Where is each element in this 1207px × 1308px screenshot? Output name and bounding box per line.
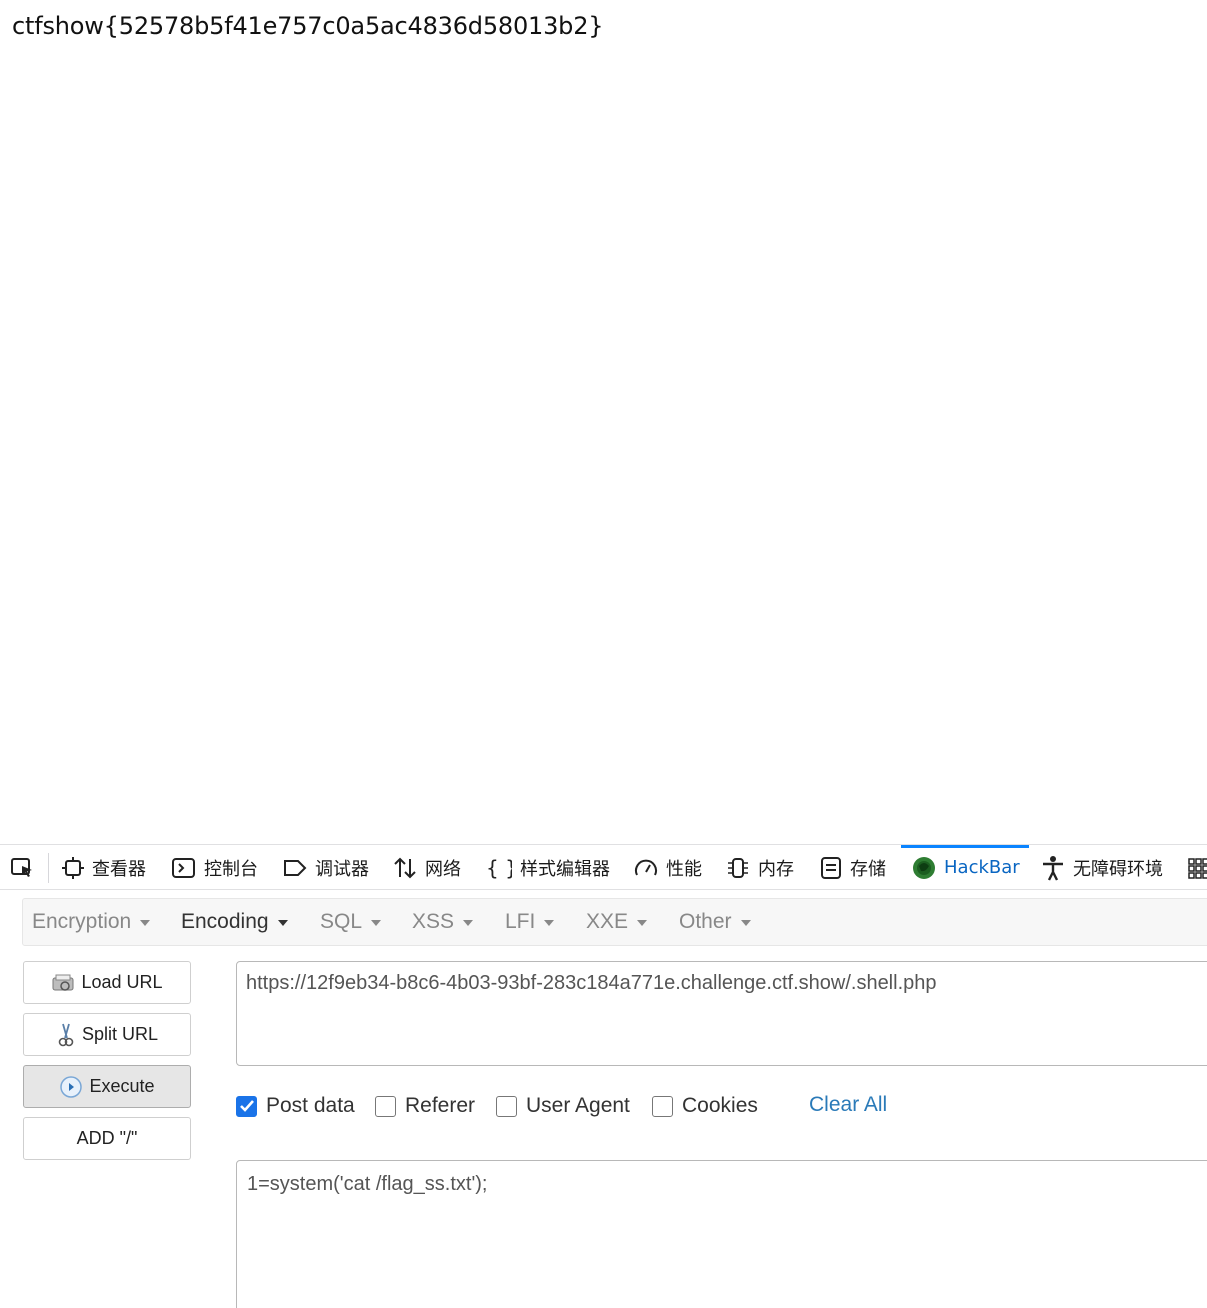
menu-lfi[interactable]: LFI bbox=[505, 899, 555, 945]
menu-encoding[interactable]: Encoding bbox=[181, 899, 288, 945]
debugger-icon bbox=[284, 859, 307, 876]
tab-label: HackBar bbox=[944, 857, 1020, 878]
tab-style-editor[interactable]: { } 样式编辑器 bbox=[486, 845, 610, 890]
execute-label: Execute bbox=[89, 1076, 155, 1096]
post-data-input[interactable]: 1=system('cat /flag_ss.txt'); bbox=[236, 1160, 1207, 1308]
load-url-button[interactable]: Load URL bbox=[23, 961, 191, 1004]
clear-all-link[interactable]: Clear All bbox=[809, 1093, 887, 1117]
tab-performance[interactable]: 性能 bbox=[634, 845, 702, 890]
checkbox-icon bbox=[496, 1095, 517, 1117]
chevron-down-icon bbox=[463, 920, 474, 926]
scissors-icon bbox=[58, 1023, 74, 1046]
referer-label: Referer bbox=[405, 1094, 476, 1117]
devtools-toolbar: 查看器 控制台 调试器 网络 { } 样式编辑器 性能 内存 存储 bbox=[0, 844, 1207, 890]
hackbar-icon bbox=[913, 856, 935, 879]
devtools-panel: 查看器 控制台 调试器 网络 { } 样式编辑器 性能 内存 存储 bbox=[0, 844, 1207, 1308]
tab-network[interactable]: 网络 bbox=[393, 845, 461, 890]
tab-memory[interactable]: 内存 bbox=[726, 845, 794, 890]
execute-button[interactable]: Execute bbox=[23, 1065, 191, 1108]
tab-label: 无障碍环境 bbox=[1073, 858, 1163, 880]
chevron-down-icon bbox=[544, 920, 555, 926]
tab-label: 网络 bbox=[425, 858, 461, 880]
post-data-value: 1=system('cat /flag_ss.txt'); bbox=[247, 1173, 488, 1195]
add-slash-label: ADD "/" bbox=[76, 1128, 138, 1148]
chevron-down-icon bbox=[637, 920, 648, 926]
referer-checkbox[interactable]: Referer bbox=[375, 1093, 475, 1119]
tab-accessibility[interactable]: 无障碍环境 bbox=[1041, 845, 1163, 890]
menu-encryption[interactable]: Encryption bbox=[32, 899, 151, 945]
add-slash-button[interactable]: ADD "/" bbox=[23, 1117, 191, 1160]
tab-label: 样式编辑器 bbox=[520, 858, 610, 880]
storage-icon bbox=[821, 856, 841, 879]
tab-inspector[interactable]: 查看器 bbox=[62, 845, 146, 890]
load-url-label: Load URL bbox=[81, 972, 163, 992]
console-icon bbox=[172, 857, 195, 878]
svg-text:{ }: { } bbox=[486, 856, 512, 880]
tab-label: 查看器 bbox=[92, 858, 146, 880]
element-picker-icon[interactable] bbox=[8, 855, 38, 881]
toolbar-divider bbox=[48, 853, 49, 883]
chevron-down-icon bbox=[740, 920, 751, 926]
menu-xxe[interactable]: XXE bbox=[586, 899, 648, 945]
menu-xss[interactable]: XSS bbox=[412, 899, 474, 945]
tab-label: 内存 bbox=[758, 858, 794, 880]
tab-label: 控制台 bbox=[204, 858, 258, 880]
tab-debugger[interactable]: 调试器 bbox=[283, 845, 369, 890]
style-editor-icon: { } bbox=[486, 856, 512, 880]
network-icon bbox=[394, 857, 416, 878]
user-agent-checkbox[interactable]: User Agent bbox=[496, 1093, 630, 1119]
user-agent-label: User Agent bbox=[526, 1094, 630, 1117]
load-url-icon bbox=[52, 974, 74, 991]
post-data-checkbox[interactable]: Post data bbox=[236, 1093, 355, 1119]
tab-label: 性能 bbox=[666, 858, 702, 880]
inspector-icon bbox=[62, 856, 84, 879]
split-url-button[interactable]: Split URL bbox=[23, 1013, 191, 1056]
checkbox-checked-icon bbox=[236, 1095, 257, 1117]
performance-icon bbox=[635, 859, 657, 875]
url-value: https://12f9eb34-b8c6-4b03-93bf-283c184a… bbox=[246, 972, 937, 994]
checkbox-icon bbox=[652, 1095, 673, 1117]
tab-console[interactable]: 控制台 bbox=[172, 845, 258, 890]
memory-icon bbox=[728, 857, 748, 878]
tab-hackbar[interactable]: HackBar bbox=[901, 845, 1029, 890]
menu-sql[interactable]: SQL bbox=[320, 899, 382, 945]
tab-label: 调试器 bbox=[315, 858, 369, 880]
chevron-down-icon bbox=[371, 920, 382, 926]
play-icon bbox=[60, 1075, 83, 1098]
page-flag-text: ctfshow{52578b5f41e757c0a5ac4836d58013b2… bbox=[12, 12, 604, 40]
tab-label: 存储 bbox=[850, 858, 886, 880]
tab-storage[interactable]: 存储 bbox=[820, 845, 886, 890]
chevron-down-icon bbox=[277, 920, 288, 926]
accessibility-icon bbox=[1043, 855, 1063, 881]
split-url-label: Split URL bbox=[81, 1024, 159, 1044]
cookies-checkbox[interactable]: Cookies bbox=[652, 1093, 758, 1119]
hackbar-menu-bar: Encryption Encoding SQL XSS LFI XXE Othe… bbox=[22, 898, 1207, 946]
menu-other[interactable]: Other bbox=[679, 899, 751, 945]
more-tabs-icon[interactable] bbox=[1188, 845, 1207, 890]
chevron-down-icon bbox=[140, 920, 151, 926]
post-data-label: Post data bbox=[266, 1094, 355, 1117]
url-input[interactable]: https://12f9eb34-b8c6-4b03-93bf-283c184a… bbox=[236, 961, 1207, 1066]
checkbox-icon bbox=[375, 1095, 396, 1117]
cookies-label: Cookies bbox=[682, 1094, 758, 1117]
